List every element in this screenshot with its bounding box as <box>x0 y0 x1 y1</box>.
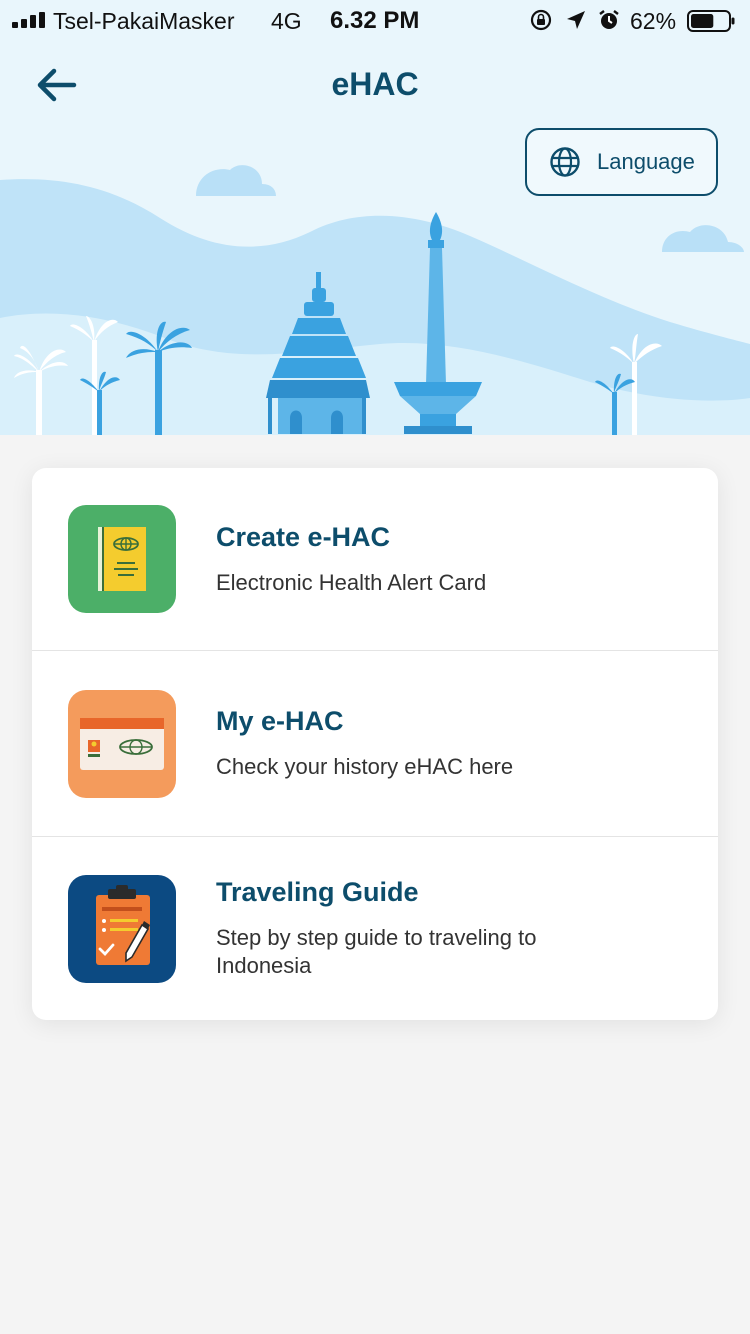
language-button-label: Language <box>597 149 695 174</box>
menu-item-my-ehac[interactable]: My e-HAC Check your history eHAC here <box>32 651 718 837</box>
page-title: eHAC <box>331 66 419 102</box>
battery-icon <box>687 10 735 32</box>
signal-strength-icon <box>12 12 45 28</box>
clipboard-icon <box>68 875 176 983</box>
menu-item-description: Electronic Health Alert Card <box>216 570 487 595</box>
menu-card: Create e-HAC Electronic Health Alert Car… <box>32 468 718 1020</box>
menu-item-title: Traveling Guide <box>216 877 419 907</box>
network-type: 4G <box>271 8 302 34</box>
globe-icon <box>550 147 580 177</box>
location-arrow-icon <box>567 11 585 29</box>
carrier-name: Tsel-PakaiMasker <box>53 8 235 34</box>
battery-percentage: 62% <box>630 8 677 34</box>
menu-item-traveling-guide[interactable]: Traveling Guide Step by step guide to tr… <box>32 837 718 1020</box>
id-card-icon <box>68 690 176 798</box>
menu-item-description: Check your history eHAC here <box>216 754 514 779</box>
menu-item-create-ehac[interactable]: Create e-HAC Electronic Health Alert Car… <box>32 468 718 651</box>
menu-item-title: My e-HAC <box>216 706 344 736</box>
health-card-icon <box>68 505 176 613</box>
hero-banner: Tsel-PakaiMasker 4G 6.32 PM 62% eHAC Lan… <box>0 0 750 435</box>
rotation-lock-icon <box>530 9 552 31</box>
clock: 6.32 PM <box>330 7 420 34</box>
language-button[interactable]: Language <box>525 128 718 196</box>
menu-item-description: Step by step guide to traveling to Indon… <box>216 925 537 978</box>
alarm-icon <box>599 10 619 29</box>
status-bar: Tsel-PakaiMasker 4G 6.32 PM 62% <box>0 0 750 40</box>
menu-item-title: Create e-HAC <box>216 522 391 552</box>
